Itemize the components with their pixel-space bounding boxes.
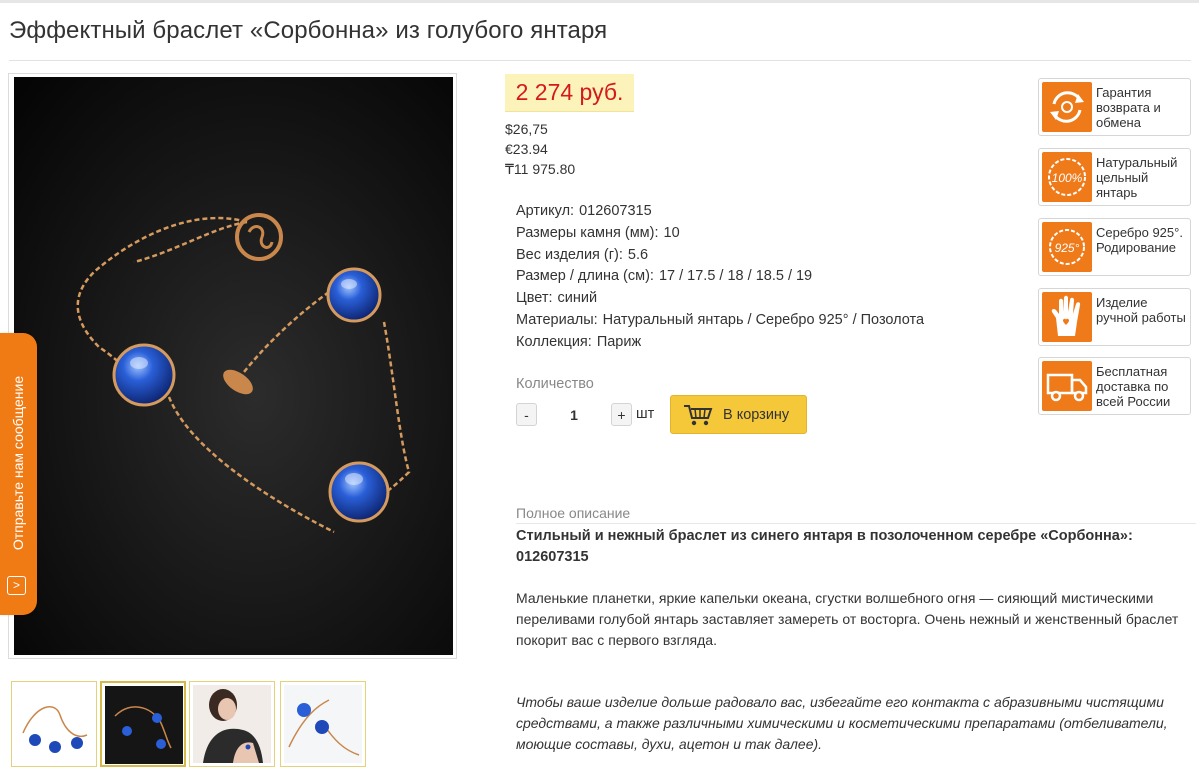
spec-stone-size: Размеры камня (мм): 10	[516, 225, 680, 241]
spec-label: Коллекция:	[516, 334, 592, 350]
spec-length: Размер / длина (см): 17 / 17.5 / 18 / 18.…	[516, 268, 812, 284]
quantity-label: Количество	[516, 376, 594, 392]
title-divider	[9, 60, 1191, 61]
top-divider	[0, 0, 1199, 3]
chevron-right-icon: >	[7, 576, 26, 595]
price-kzt: ₸11 975.80	[505, 161, 576, 177]
page-title: Эффектный браслет «Сорбонна» из голубого…	[9, 17, 608, 44]
spec-value: 10	[663, 225, 680, 241]
spec-materials: Материалы: Натуральный янтарь / Серебро 9…	[516, 312, 924, 328]
spec-label: Материалы:	[516, 312, 598, 328]
natural-amber-100-icon: 100%	[1048, 158, 1086, 196]
thumbnail-2[interactable]	[100, 681, 186, 767]
description-divider	[516, 523, 1196, 524]
badge-text: Бесплатная доставка по всей России	[1096, 364, 1171, 409]
badge-text: Серебро 925°. Родирование	[1096, 225, 1183, 255]
badge-natural-amber: 100% Натуральный цельный янтарь	[1038, 148, 1191, 206]
care-instructions: Чтобы ваше изделие дольше радовало вас, …	[516, 694, 1168, 752]
feedback-tab[interactable]: Отправьте нам сообщение >	[0, 333, 37, 615]
quantity-input[interactable]	[549, 403, 599, 426]
thumbnail-1[interactable]	[11, 681, 97, 767]
price-usd: $26,75	[505, 121, 548, 137]
spec-label: Размеры камня (мм):	[516, 225, 659, 241]
silver-925-icon: 925°	[1049, 229, 1085, 265]
spec-label: Цвет:	[516, 290, 553, 306]
spec-color: Цвет: синий	[516, 290, 597, 306]
badge-text: Гарантия возврата и обмена	[1096, 85, 1161, 130]
add-to-cart-label: В корзину	[723, 407, 790, 423]
thumbnail-3[interactable]	[189, 681, 275, 767]
spec-value: Натуральный янтарь / Серебро 925° / Позо…	[602, 312, 925, 328]
thumbnail-bracelet-dark	[105, 686, 183, 764]
price-rub: 2 274 руб.	[505, 74, 634, 112]
cart-icon	[684, 405, 713, 426]
badge-icon-text: 100%	[1052, 171, 1083, 185]
spec-article: Артикул: 012607315	[516, 203, 652, 219]
badge-silver-925: 925° Серебро 925°. Родирование	[1038, 218, 1191, 276]
spec-value: синий	[557, 290, 598, 306]
quantity-increase-button[interactable]: +	[611, 403, 632, 426]
spec-label: Артикул:	[516, 203, 575, 219]
spec-value: 17 / 17.5 / 18 / 18.5 / 19	[658, 268, 813, 284]
feedback-tab-label: Отправьте нам сообщение	[10, 375, 26, 551]
spec-label: Вес изделия (г):	[516, 247, 623, 263]
add-to-cart-button[interactable]: В корзину	[670, 395, 807, 434]
spec-value: 5.6	[627, 247, 649, 263]
thumbnail-model-photo	[193, 685, 271, 763]
thumbnail-bracelet-white	[15, 685, 93, 763]
spec-value: Париж	[596, 334, 642, 350]
badge-return-guarantee: Гарантия возврата и обмена	[1038, 78, 1191, 136]
badge-free-delivery: Бесплатная доставка по всей России	[1038, 357, 1191, 415]
description-text: Маленькие планетки, яркие капельки океан…	[516, 590, 1179, 648]
description-title: Стильный и нежный браслет из синего янта…	[516, 528, 1133, 565]
return-guarantee-icon	[1050, 91, 1084, 123]
bracelet-photo	[14, 77, 453, 655]
spec-collection: Коллекция: Париж	[516, 334, 641, 350]
delivery-truck-icon	[1046, 373, 1088, 402]
handmade-hand-icon	[1051, 295, 1081, 336]
badge-handmade: Изделие ручной работы	[1038, 288, 1191, 346]
badge-text: Изделие ручной работы	[1096, 295, 1186, 325]
spec-value: 012607315	[579, 203, 652, 219]
price-eur: €23.94	[505, 141, 548, 157]
thumbnail-4[interactable]	[280, 681, 366, 767]
quantity-unit: шт	[636, 406, 655, 422]
description-heading: Полное описание	[516, 505, 631, 521]
quantity-decrease-button[interactable]: -	[516, 403, 537, 426]
badge-icon-text: 925°	[1055, 241, 1080, 255]
thumbnail-bracelet-closeup	[284, 685, 362, 763]
badge-text: Натуральный цельный янтарь	[1096, 155, 1178, 200]
spec-label: Размер / длина (см):	[516, 268, 654, 284]
main-product-image[interactable]	[8, 73, 457, 659]
spec-weight: Вес изделия (г): 5.6	[516, 247, 648, 263]
